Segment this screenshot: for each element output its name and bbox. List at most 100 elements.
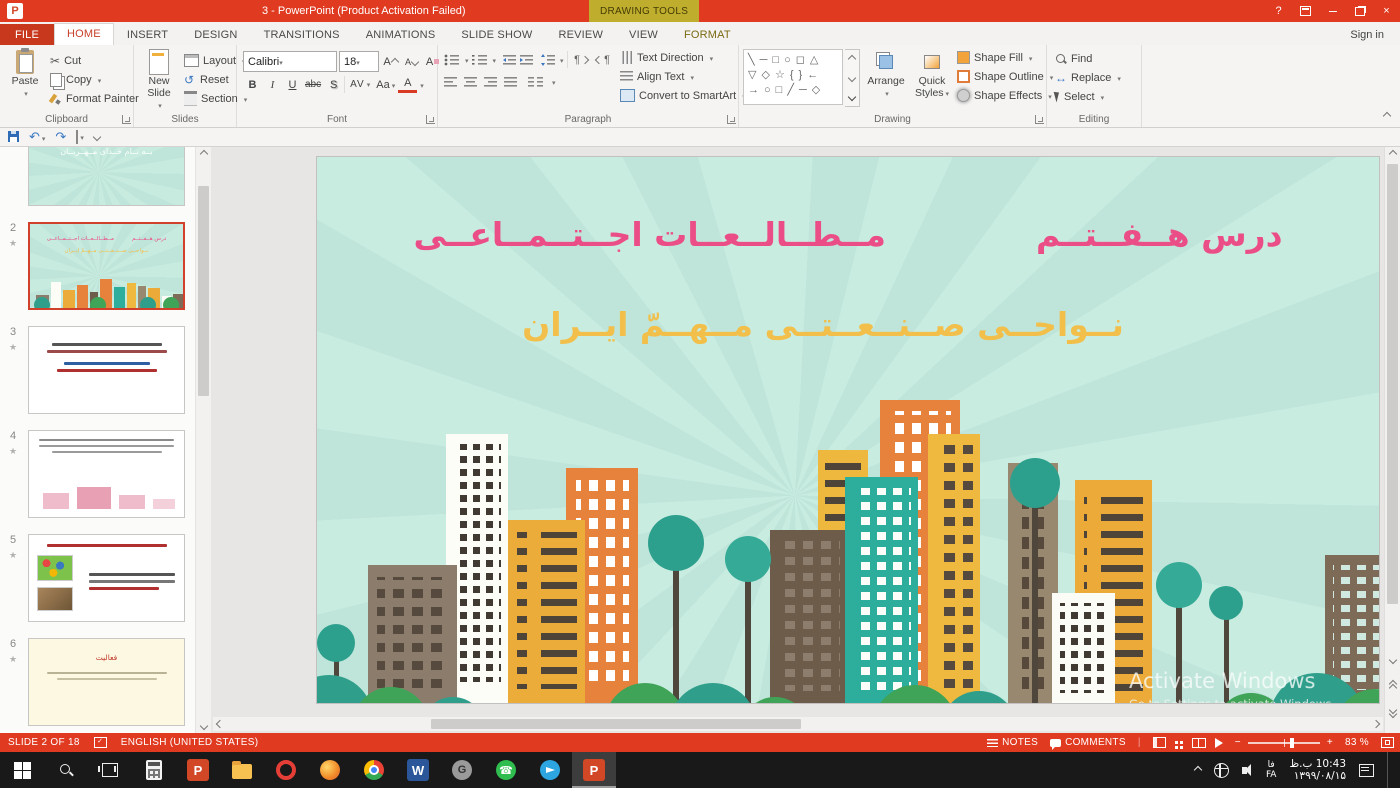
thumbnail-slide-5[interactable]: 5 — [0, 534, 211, 622]
slide-sorter-view-button[interactable] — [1175, 741, 1178, 744]
taskbar-file-explorer[interactable] — [220, 752, 264, 788]
network-icon[interactable] — [1214, 763, 1229, 778]
shape-outline-button[interactable]: Shape Outline — [957, 67, 1053, 86]
shapes-gallery-scroll[interactable] — [845, 49, 860, 107]
line-spacing-dropdown[interactable] — [558, 54, 564, 66]
columns-dropdown[interactable] — [550, 76, 556, 88]
taskbar-powerpoint-active[interactable]: P — [572, 752, 616, 788]
taskbar-search-button[interactable] — [44, 752, 88, 788]
scroll-right-icon[interactable] — [1372, 720, 1380, 728]
task-view-button[interactable] — [88, 752, 132, 788]
help-button[interactable]: ? — [1265, 0, 1292, 22]
show-desktop-button[interactable] — [1387, 752, 1392, 788]
horizontal-scrollbar-thumb[interactable] — [431, 719, 801, 729]
arrange-button[interactable]: Arrange — [863, 49, 909, 99]
selected-thumbnail[interactable]: درس هــفــتــممــطــالــعــات اجــتــمــ… — [28, 222, 185, 310]
taskbar-gimp[interactable]: G — [440, 752, 484, 788]
clipboard-dialog-launcher[interactable] — [122, 115, 131, 124]
thumbnail-slide-1[interactable]: 1 بــه نــام خــدای مــهــربــان — [0, 146, 211, 206]
restore-button[interactable] — [1346, 0, 1373, 22]
convert-to-smartart-button[interactable]: Convert to SmartArt — [620, 86, 746, 105]
horizontal-scrollbar[interactable] — [213, 717, 1383, 731]
paste-dropdown-arrow[interactable] — [22, 87, 28, 99]
undo-button[interactable] — [29, 129, 45, 145]
taskbar-clock[interactable]: 10:43 ب.ظ ۱۳۹۹/۰۸/۱۵ — [1289, 758, 1346, 782]
taskbar-opera[interactable] — [264, 752, 308, 788]
taskbar-whatsapp[interactable] — [484, 752, 528, 788]
minimize-button[interactable] — [1319, 0, 1346, 22]
format-painter-button[interactable]: Format Painter — [50, 89, 139, 108]
thumbnail-slide-6[interactable]: 6 فعالیت — [0, 638, 211, 726]
bold-button[interactable]: B — [243, 76, 262, 93]
spell-check-icon[interactable]: ✓ — [94, 737, 107, 748]
shape-effects-button[interactable]: Shape Effects — [957, 86, 1053, 105]
scroll-down-icon[interactable] — [1388, 655, 1396, 663]
previous-slide-button[interactable] — [1385, 678, 1400, 693]
align-text-button[interactable]: Align Text — [620, 67, 746, 86]
thumb-scroll-down-icon[interactable] — [199, 721, 207, 729]
shapes-more-icon[interactable] — [848, 92, 856, 100]
tab-view[interactable]: VIEW — [616, 24, 671, 45]
slide-subtitle-line[interactable]: نــواحــی صــنــعــتــی مــهــمّ ایــران — [317, 305, 1354, 344]
taskbar-chrome[interactable] — [352, 752, 396, 788]
tab-transitions[interactable]: TRANSITIONS — [251, 24, 353, 45]
sign-in-link[interactable]: Sign in — [1334, 24, 1400, 45]
scroll-left-icon[interactable] — [216, 720, 224, 728]
close-button[interactable]: × — [1373, 0, 1400, 22]
redo-button[interactable] — [55, 129, 66, 145]
scroll-up-icon[interactable] — [1388, 149, 1396, 157]
copy-button[interactable]: Copy — [50, 70, 139, 89]
new-slide-button[interactable]: New Slide — [136, 49, 182, 111]
thumbnail-slide-3[interactable]: 3 — [0, 326, 211, 414]
zoom-out-button[interactable]: − — [1235, 737, 1241, 748]
slide-title-line[interactable]: درس هــفــتــم مــطــالــعــات اجــتــمـ… — [317, 215, 1379, 254]
vertical-scrollbar-thumb[interactable] — [1387, 164, 1398, 604]
taskbar-word[interactable]: W — [396, 752, 440, 788]
paste-button[interactable]: Paste — [2, 49, 48, 99]
font-family-combobox[interactable]: Calibri — [243, 51, 337, 72]
shapes-scroll-up-icon[interactable] — [848, 55, 856, 63]
increase-indent-icon[interactable] — [520, 54, 534, 66]
fit-slide-to-window-button[interactable] — [1381, 737, 1394, 748]
taskbar-powerpoint-pinned[interactable]: P — [176, 752, 220, 788]
language-switcher[interactable]: فا FA — [1266, 760, 1277, 780]
drawing-dialog-launcher[interactable] — [1035, 115, 1044, 124]
shrink-font-button[interactable]: A — [402, 53, 421, 70]
bullets-icon[interactable] — [444, 54, 460, 66]
ribbon-display-options-button[interactable] — [1292, 0, 1319, 22]
character-spacing-button[interactable]: AV — [344, 76, 373, 93]
tab-review[interactable]: REVIEW — [545, 24, 616, 45]
select-button[interactable]: Select — [1055, 87, 1121, 106]
normal-view-button[interactable] — [1153, 737, 1166, 748]
zoom-in-button[interactable]: + — [1327, 737, 1333, 748]
grow-font-button[interactable]: A — [381, 53, 400, 70]
font-color-dropdown[interactable] — [418, 79, 424, 91]
slide-canvas[interactable]: درس هــفــتــم مــطــالــعــات اجــتــمـ… — [317, 157, 1379, 703]
next-slide-button[interactable] — [1385, 704, 1400, 719]
zoom-slider[interactable] — [1248, 742, 1320, 744]
customize-qat-button[interactable] — [93, 132, 101, 140]
tab-design[interactable]: DESIGN — [181, 24, 250, 45]
shape-fill-button[interactable]: Shape Fill — [957, 48, 1053, 67]
change-case-button[interactable]: Aa — [374, 76, 397, 93]
text-direction-button[interactable]: Text Direction — [620, 48, 746, 67]
replace-button[interactable]: Replace — [1055, 68, 1121, 87]
italic-button[interactable]: I — [263, 76, 282, 93]
underline-button[interactable]: U — [283, 76, 302, 93]
strikethrough-button[interactable]: abc — [303, 76, 323, 93]
align-center-icon[interactable] — [464, 76, 478, 88]
thumb-scroll-up-icon[interactable] — [199, 149, 207, 157]
cut-button[interactable]: Cut — [50, 51, 139, 70]
zoom-slider-thumb[interactable] — [1290, 738, 1294, 748]
vertical-scrollbar[interactable] — [1384, 146, 1400, 733]
taskbar-telegram[interactable] — [528, 752, 572, 788]
columns-icon[interactable] — [528, 76, 544, 88]
hidden-icons-chevron[interactable] — [1194, 766, 1202, 774]
left-to-right-direction-button[interactable] — [567, 51, 591, 68]
zoom-percentage[interactable]: 83 % — [1345, 737, 1369, 748]
thumbnail-panel-scrollbar[interactable] — [195, 146, 211, 733]
font-color-button[interactable]: A — [398, 76, 417, 93]
paragraph-dialog-launcher[interactable] — [727, 115, 736, 124]
tab-file[interactable]: FILE — [0, 24, 54, 45]
font-size-combobox[interactable]: 18 — [339, 51, 379, 72]
